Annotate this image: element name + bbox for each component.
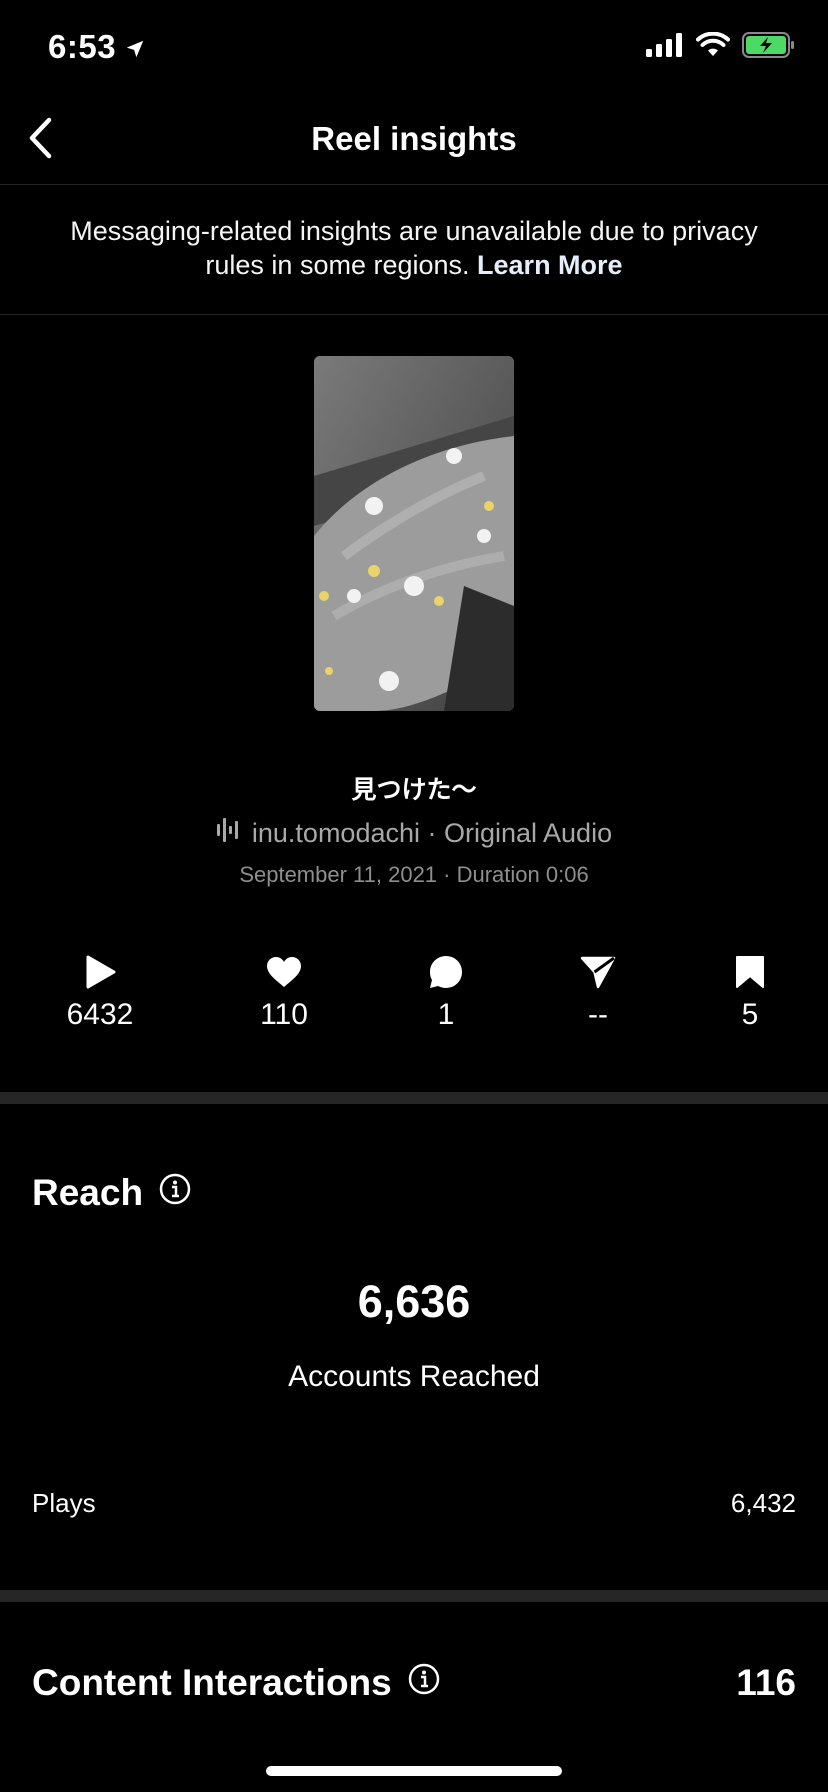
audio-label: inu.tomodachi · Original Audio xyxy=(251,818,613,848)
reel-caption: 見つけた〜 xyxy=(351,776,477,804)
reach-title: Reach xyxy=(32,1172,144,1213)
comments-count: 1 xyxy=(437,998,455,1031)
stat-likes: 110 xyxy=(214,952,354,1032)
audio-attribution[interactable]: inu.tomodachi · Original Audio xyxy=(0,818,828,849)
send-icon xyxy=(528,952,668,992)
page-title: Reel insights xyxy=(311,120,517,157)
comment-icon xyxy=(376,952,516,992)
reel-thumbnail[interactable] xyxy=(314,356,514,711)
cellular-signal-icon xyxy=(646,33,684,62)
content-interactions-title: Content Interactions xyxy=(32,1662,392,1703)
privacy-notice: Messaging-related insights are unavailab… xyxy=(40,214,788,282)
status-icons xyxy=(646,31,796,63)
plays-row-label: Plays xyxy=(32,1488,96,1518)
accounts-reached-value: 6,636 xyxy=(357,1276,471,1327)
plays-row-value: 6,432 xyxy=(730,1488,796,1518)
nav-divider xyxy=(0,184,828,185)
stat-shares: -- xyxy=(528,952,668,1032)
heart-icon xyxy=(214,952,354,992)
likes-count: 110 xyxy=(260,998,308,1031)
stat-saves: 5 xyxy=(680,952,820,1032)
learn-more-link[interactable]: Learn More xyxy=(477,250,623,280)
reel-date-duration: September 11, 2021 · Duration 0:06 xyxy=(239,862,589,887)
saves-count: 5 xyxy=(741,998,759,1031)
status-time: 6:53 xyxy=(48,28,146,68)
bookmark-icon xyxy=(680,952,820,992)
reach-header: Reach xyxy=(32,1172,191,1214)
section-separator xyxy=(0,1092,828,1104)
home-indicator[interactable] xyxy=(266,1766,562,1776)
shares-count: -- xyxy=(588,998,608,1031)
plays-count: 6432 xyxy=(66,998,134,1031)
section-separator xyxy=(0,1590,828,1602)
audio-waveform-icon xyxy=(216,818,242,849)
notice-divider xyxy=(0,314,828,315)
content-interactions-value: 116 xyxy=(736,1662,796,1703)
privacy-notice-text: Messaging-related insights are unavailab… xyxy=(70,216,758,280)
info-icon[interactable] xyxy=(408,1662,440,1704)
stat-comments: 1 xyxy=(376,952,516,1032)
battery-charging-icon xyxy=(742,32,796,63)
location-arrow-icon xyxy=(124,30,146,68)
accounts-reached-label: Accounts Reached xyxy=(288,1360,540,1393)
content-interactions-header[interactable]: Content Interactions xyxy=(32,1662,440,1704)
stat-plays: 6432 xyxy=(30,952,170,1032)
play-icon xyxy=(30,952,170,992)
wifi-icon xyxy=(696,31,730,63)
info-icon[interactable] xyxy=(159,1172,191,1214)
